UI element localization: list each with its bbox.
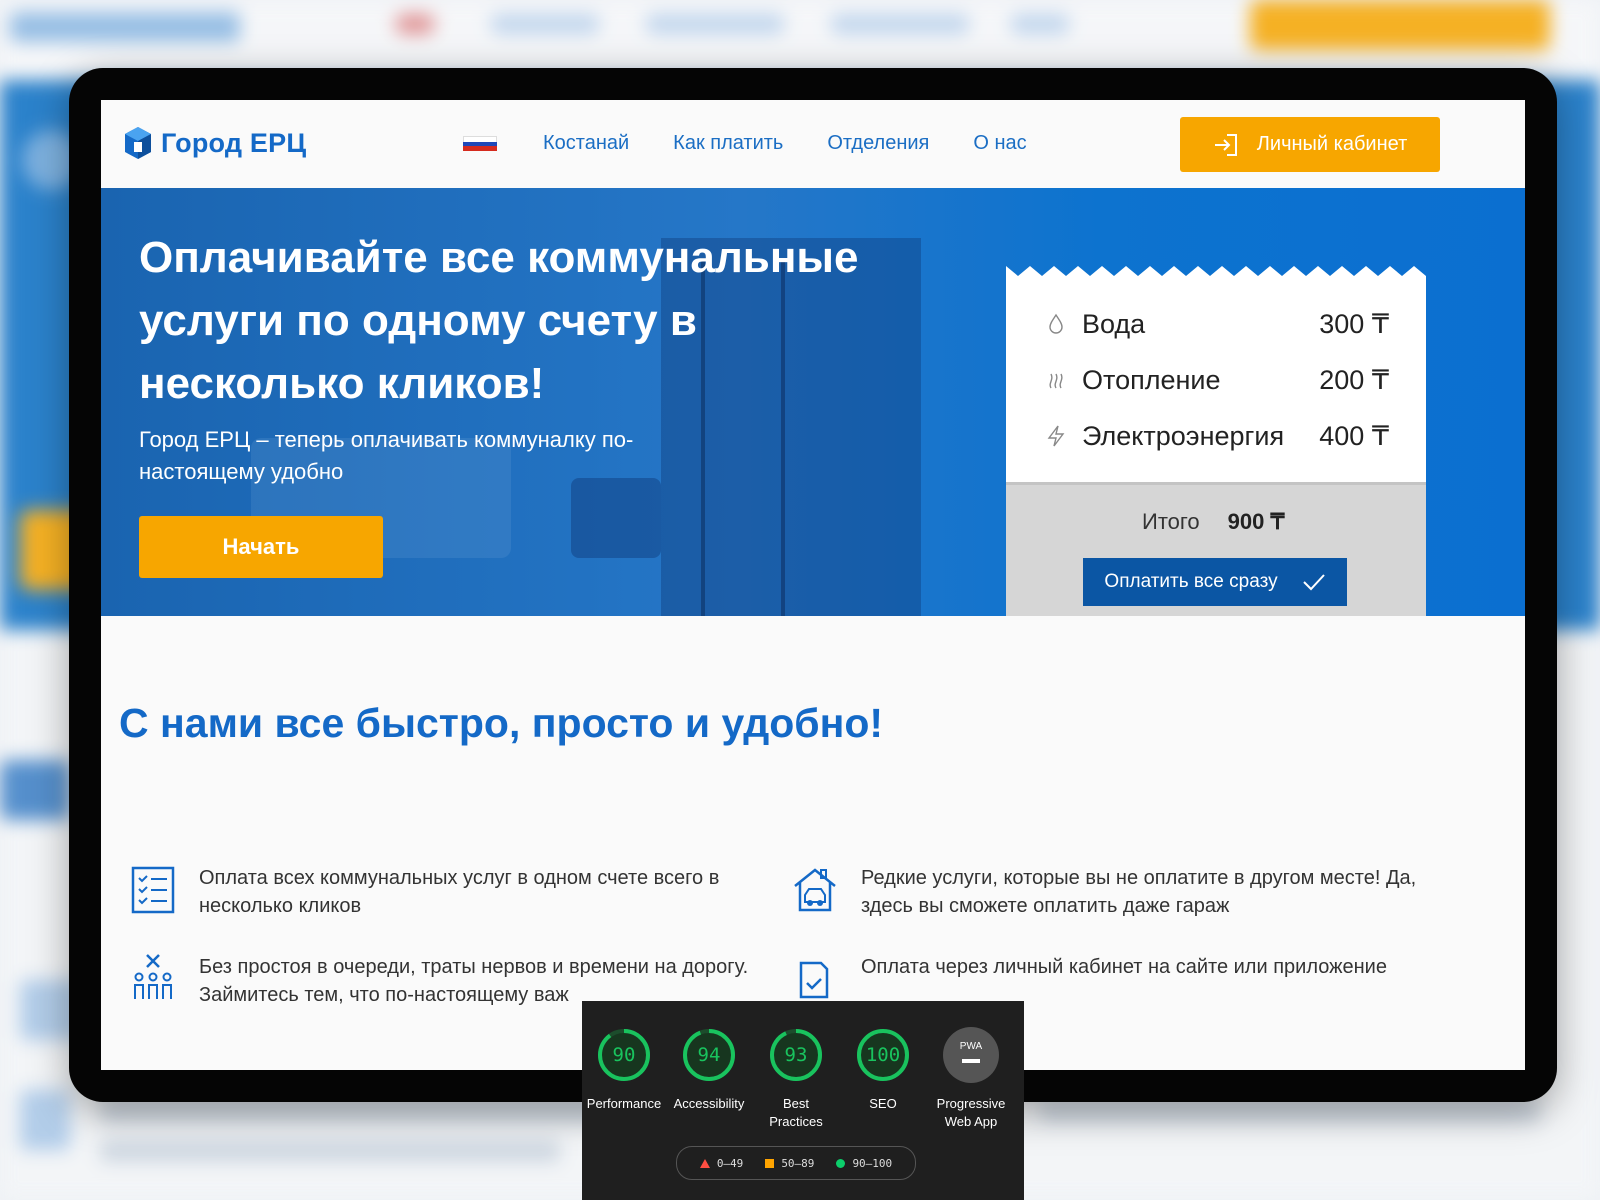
language-flag-icon[interactable] xyxy=(463,136,497,152)
score-value: 90 xyxy=(612,1044,636,1066)
receipt-total: Итого 900 ₸ xyxy=(1142,509,1285,534)
drop-icon xyxy=(1049,313,1063,334)
receipt-row-electricity: Электроэнергия 400 ₸ xyxy=(1044,419,1389,453)
legend-fail: 0–49 xyxy=(699,1157,743,1170)
garage-car-icon xyxy=(794,868,836,912)
main-nav: Костанай Как платить Отделения О нас xyxy=(543,132,1027,155)
feature-one-bill: Оплата всех коммунальных услуг в одном с… xyxy=(129,864,769,920)
legend-average: 50–89 xyxy=(765,1157,814,1170)
gauge-pwa: PWA Progressive Web App xyxy=(926,1027,1016,1131)
pay-all-button[interactable]: Оплатить все сразу xyxy=(1083,558,1347,606)
gauge-accessibility: 94 Accessibility xyxy=(669,1027,749,1113)
score-label: SEO xyxy=(869,1096,897,1111)
hero-banner: Оплачивайте все коммунальные услуги по о… xyxy=(101,188,1525,616)
site-logo[interactable]: Город ЕРЦ xyxy=(123,126,306,160)
gauge-performance: 90 Performance xyxy=(582,1027,666,1113)
receipt-card: Вода 300 ₸ Отопление 200 ₸ Электроэнерги… xyxy=(1006,266,1426,616)
logo-icon xyxy=(125,127,151,159)
section-title: С нами все быстро, просто и удобно! xyxy=(119,700,884,746)
device-frame: Город ЕРЦ Костанай Как платить Отделения… xyxy=(69,68,1557,1102)
score-value: 94 xyxy=(697,1044,721,1066)
queue-people-icon xyxy=(134,954,172,999)
score-label: Best Practices xyxy=(769,1096,823,1129)
website-screen: Город ЕРЦ Костанай Как платить Отделения… xyxy=(101,100,1525,1070)
square-icon xyxy=(765,1158,775,1168)
feature-online-cabinet: Оплата через личный кабинет на сайте или… xyxy=(791,953,1441,1005)
nav-item-kostanay[interactable]: Костанай xyxy=(543,132,629,155)
feature-text: Оплата всех коммунальных услуг в одном с… xyxy=(199,867,720,917)
pwa-badge: PWA xyxy=(960,1041,983,1052)
circle-icon xyxy=(836,1158,846,1168)
personal-cabinet-label: Личный кабинет xyxy=(1256,133,1408,155)
gauge-best-practices: 93 Best Practices xyxy=(756,1027,836,1131)
score-value: 93 xyxy=(784,1044,808,1066)
score-legend: 0–49 50–89 90–100 xyxy=(676,1146,916,1180)
logo-text: Город ЕРЦ xyxy=(161,127,307,158)
checklist-icon xyxy=(131,866,175,914)
legend-pass: 90–100 xyxy=(836,1157,892,1170)
nav-item-how-to-pay[interactable]: Как платить xyxy=(673,132,783,155)
lightning-icon xyxy=(1047,425,1065,447)
score-label: Progressive Web App xyxy=(936,1096,1006,1129)
triangle-icon xyxy=(699,1158,710,1168)
personal-cabinet-button[interactable]: Личный кабинет xyxy=(1180,117,1440,172)
score-label: Accessibility xyxy=(673,1096,745,1111)
receipt-edge xyxy=(1006,266,1426,280)
feature-text: Редкие услуги, которые вы не оплатите в … xyxy=(861,867,1417,917)
site-header: Город ЕРЦ Костанай Как платить Отделения… xyxy=(101,100,1525,188)
feature-text: Оплата через личный кабинет на сайте или… xyxy=(861,956,1387,978)
score-value: 100 xyxy=(865,1044,901,1066)
receipt-summary: Итого 900 ₸ Оплатить все сразу xyxy=(1006,482,1426,616)
hero-subtitle: Город ЕРЦ – теперь оплачивать коммуналку… xyxy=(139,427,634,484)
score-label: Performance xyxy=(586,1096,662,1111)
nav-item-branches[interactable]: Отделения xyxy=(827,132,929,155)
gauge-seo: 100 SEO xyxy=(843,1027,923,1113)
receipt-row-water: Вода 300 ₸ xyxy=(1044,307,1389,341)
pwa-icon: PWA xyxy=(943,1027,999,1083)
check-icon xyxy=(1302,574,1325,591)
receipt-row-heating: Отопление 200 ₸ xyxy=(1044,363,1389,397)
lighthouse-scores-panel: 90 Performance 94 Accessibility 93 Best … xyxy=(582,1001,1024,1200)
hero-title: Оплачивайте все коммунальные услуги по о… xyxy=(139,233,859,408)
login-icon xyxy=(1214,133,1237,156)
feature-rare-services: Редкие услуги, которые вы не оплатите в … xyxy=(791,864,1441,920)
nav-item-about[interactable]: О нас xyxy=(973,132,1026,155)
receipt-items: Вода 300 ₸ Отопление 200 ₸ Электроэнерги… xyxy=(1006,279,1426,482)
start-button[interactable]: Начать xyxy=(139,516,383,578)
document-check-icon xyxy=(799,961,829,999)
heat-icon xyxy=(1049,373,1063,389)
